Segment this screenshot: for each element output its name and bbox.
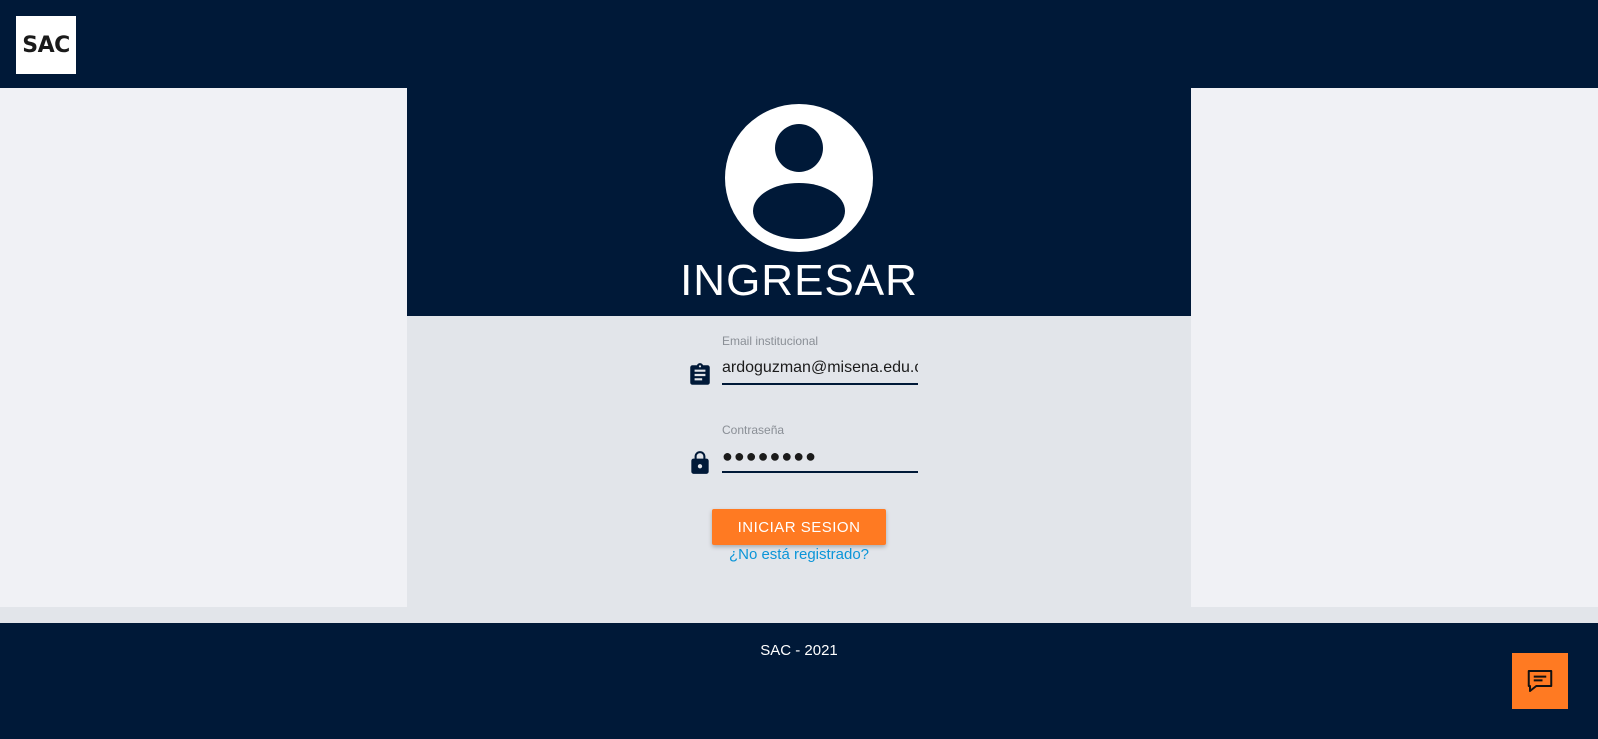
email-field-group: Email institucional	[687, 334, 947, 404]
password-input[interactable]	[722, 441, 918, 473]
clipboard-icon	[690, 363, 710, 385]
account-circle-icon	[725, 104, 873, 252]
chat-button[interactable]	[1512, 653, 1568, 709]
lock-icon	[691, 451, 709, 474]
top-bar: SAC	[0, 0, 1598, 88]
login-button[interactable]: INICIAR SESION	[712, 509, 886, 545]
login-header: INGRESAR	[407, 88, 1191, 316]
chat-icon	[1527, 670, 1553, 692]
password-label: Contraseña	[722, 423, 785, 437]
email-input[interactable]	[722, 353, 918, 385]
footer-text: SAC - 2021	[760, 642, 838, 659]
right-background	[1191, 88, 1598, 607]
left-background	[0, 88, 407, 607]
footer: SAC - 2021	[0, 623, 1598, 739]
email-label: Email institucional	[722, 334, 819, 348]
password-field-group: Contraseña	[687, 423, 947, 493]
login-title: INGRESAR	[680, 256, 918, 305]
register-link[interactable]: ¿No está registrado?	[407, 546, 1191, 563]
login-form: Email institucional Contraseña INICIAR S…	[407, 316, 1191, 623]
sac-logo[interactable]: SAC	[16, 16, 76, 74]
